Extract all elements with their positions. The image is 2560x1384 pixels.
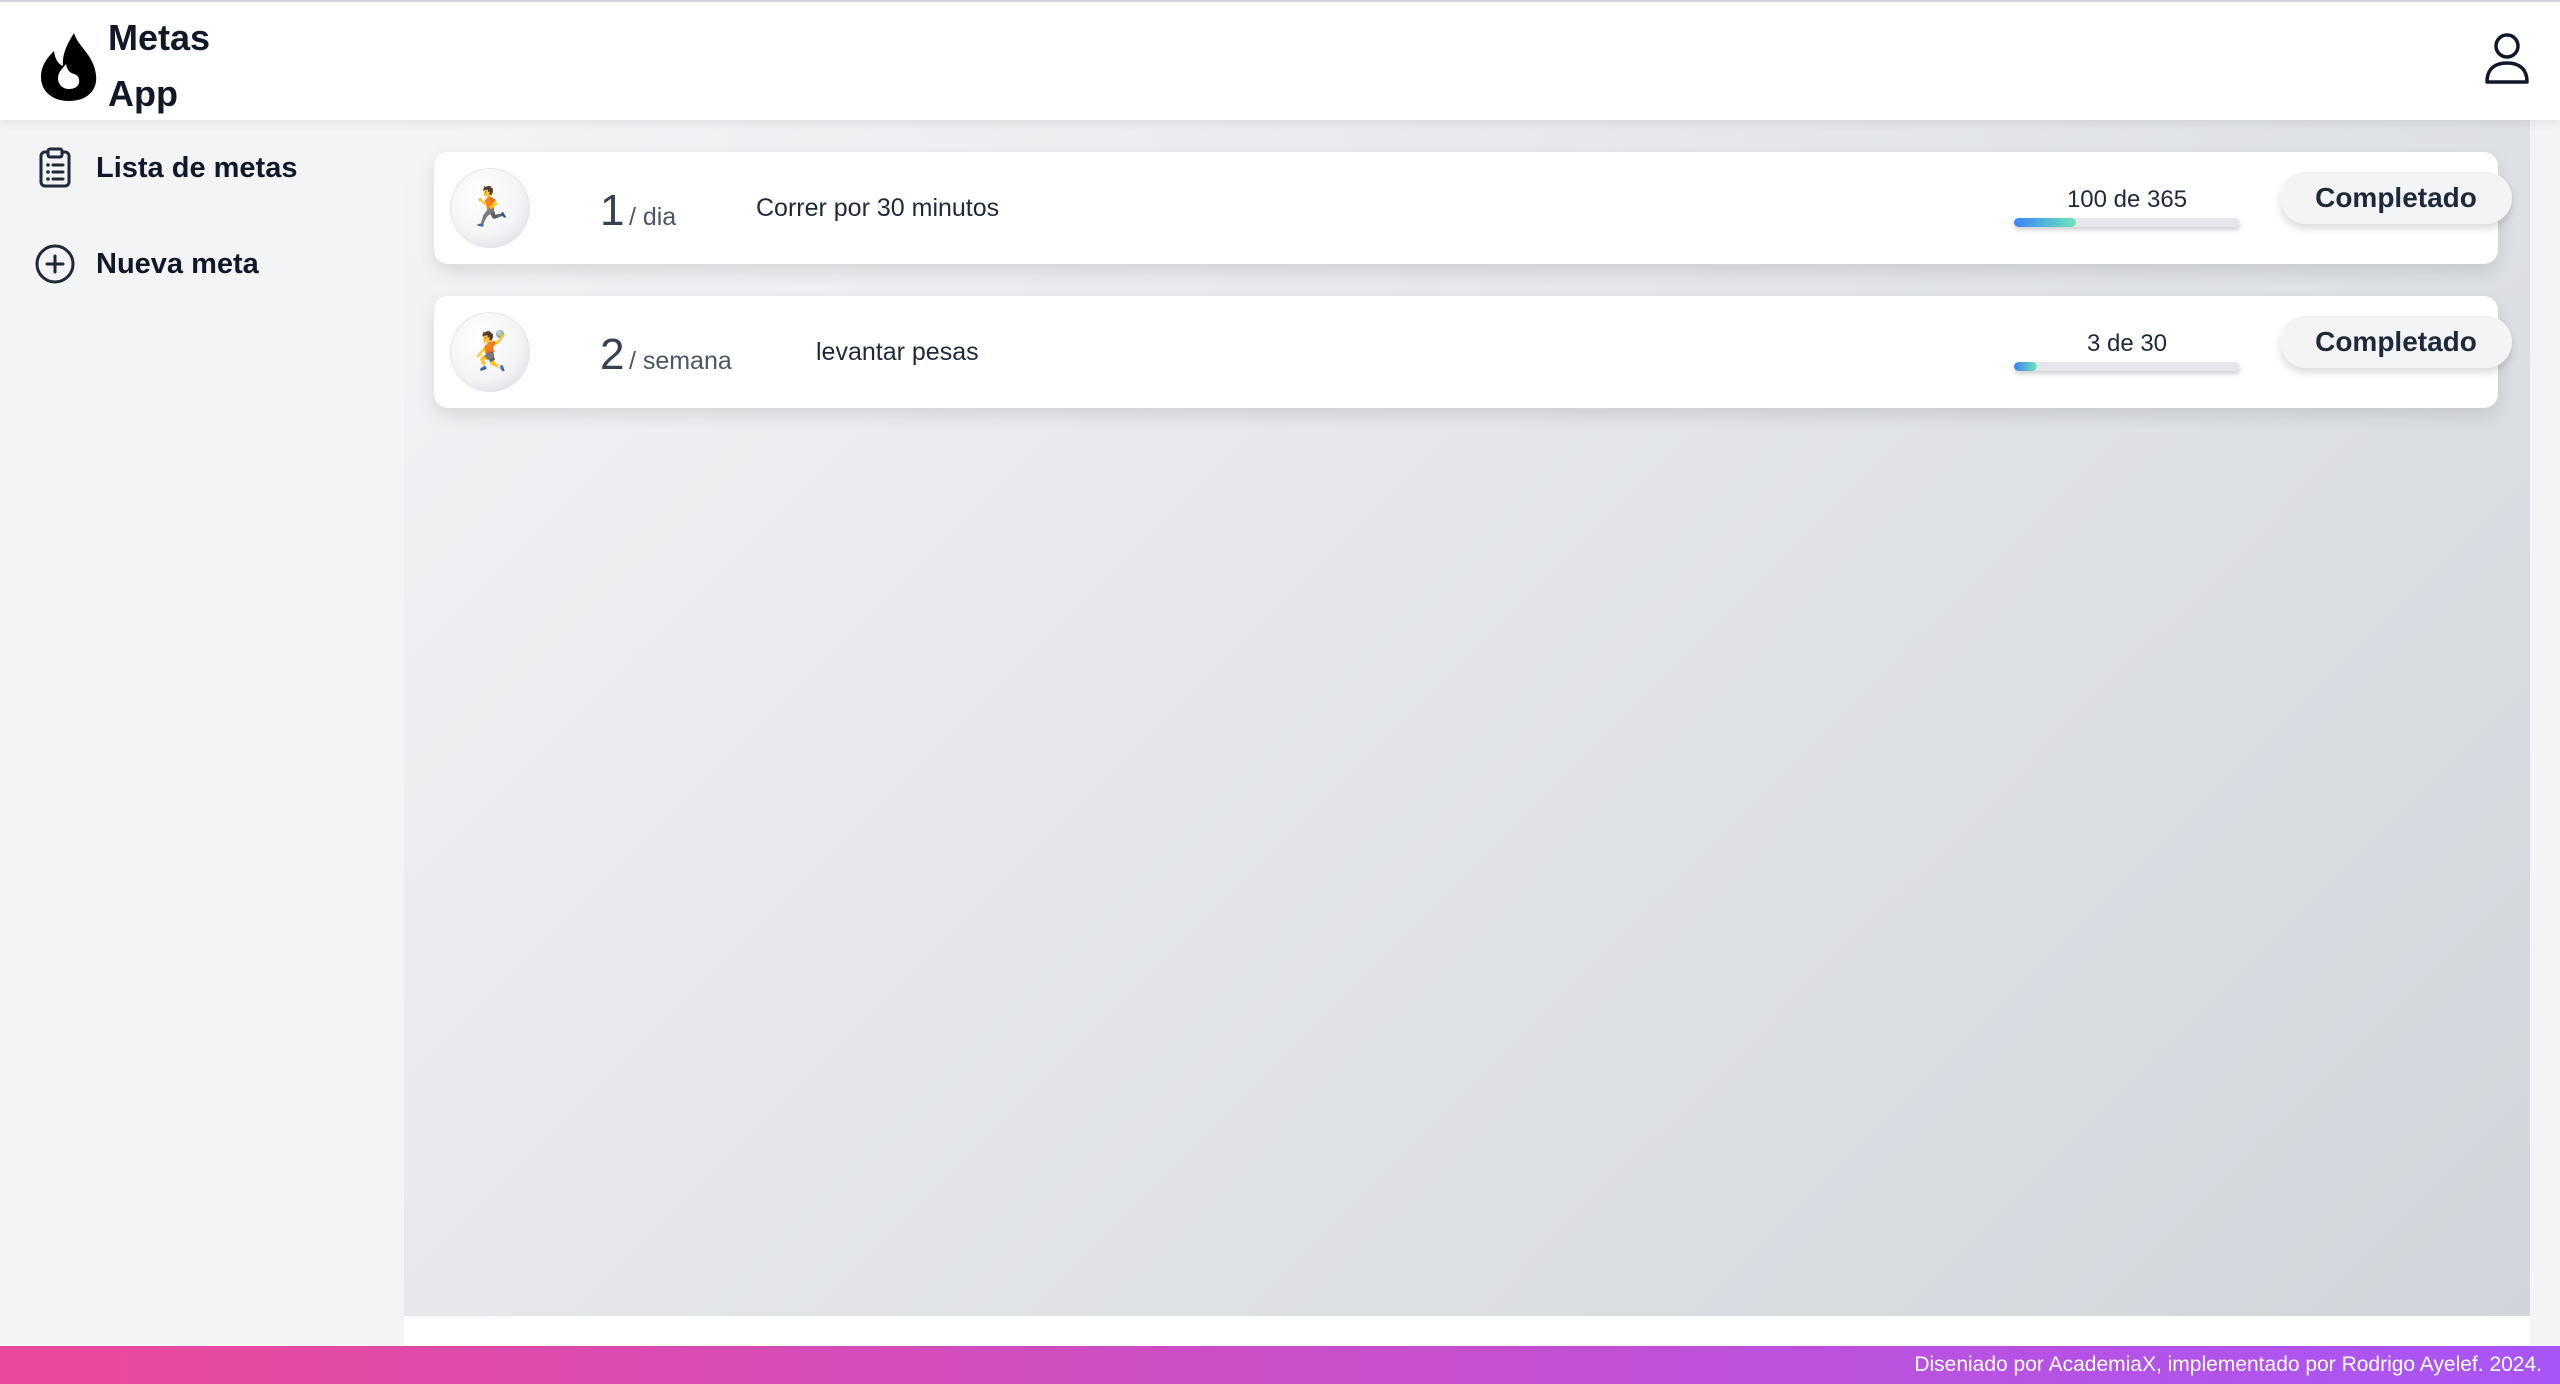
progress-fill	[2014, 362, 2037, 371]
goal-frequency: 2 / semana	[600, 330, 732, 380]
goal-progress: 3 de 30	[2014, 330, 2240, 371]
sidebar-item-label: Lista de metas	[96, 151, 298, 184]
complete-button[interactable]: Completado	[2280, 172, 2512, 224]
user-icon[interactable]	[2484, 32, 2530, 84]
goal-count: 2	[600, 330, 625, 379]
athlete-icon: 🤾	[450, 312, 530, 392]
brand-logo[interactable]: Metas App	[38, 16, 228, 116]
brand-name: Metas App	[108, 10, 228, 122]
goal-details: Correr por 30 minutos	[756, 194, 1000, 222]
goal-card[interactable]: 🏃 1 / dia Correr por 30 minutos 100 de 3…	[434, 152, 2512, 264]
goal-list-panel: 🏃 1 / dia Correr por 30 minutos 100 de 3…	[404, 120, 2530, 1316]
clipboard-list-icon	[39, 147, 71, 188]
plus-circle-icon	[35, 244, 75, 284]
footer-credits: Diseniado por AcademiaX, implementado po…	[0, 1346, 2560, 1384]
goal-count: 1	[600, 186, 625, 235]
flame-icon	[41, 33, 97, 101]
brand-line-2: App	[108, 73, 178, 114]
goal-progress: 100 de 365	[2014, 186, 2240, 227]
progress-text: 100 de 365	[2066, 186, 2188, 213]
progress-bar	[2014, 218, 2240, 227]
running-person-icon: 🏃	[450, 168, 530, 248]
goal-frequency: 1 / dia	[600, 186, 676, 236]
goal-details: levantar pesas	[816, 338, 979, 366]
goal-period: / dia	[628, 203, 677, 231]
main-right-gutter	[2530, 120, 2560, 1346]
goal-period: / semana	[628, 347, 732, 375]
sidebar: Lista de metas Nueva meta	[0, 120, 404, 1346]
app-root: Metas App Lista de metas Nueva meta 🏃 1 …	[0, 0, 2560, 1384]
sidebar-item-label: Nueva meta	[96, 247, 259, 280]
sidebar-item-goal-list[interactable]: Lista de metas	[34, 144, 297, 192]
progress-text: 3 de 30	[2086, 330, 2168, 357]
sidebar-item-new-goal[interactable]: Nueva meta	[34, 240, 259, 288]
complete-button[interactable]: Completado	[2280, 316, 2512, 368]
progress-bar	[2014, 362, 2240, 371]
goal-card[interactable]: 🤾 2 / semana levantar pesas 3 de 30 Comp…	[434, 296, 2512, 408]
app-header: Metas App	[0, 0, 2560, 120]
progress-fill	[2014, 218, 2076, 227]
brand-line-1: Metas	[108, 17, 211, 58]
